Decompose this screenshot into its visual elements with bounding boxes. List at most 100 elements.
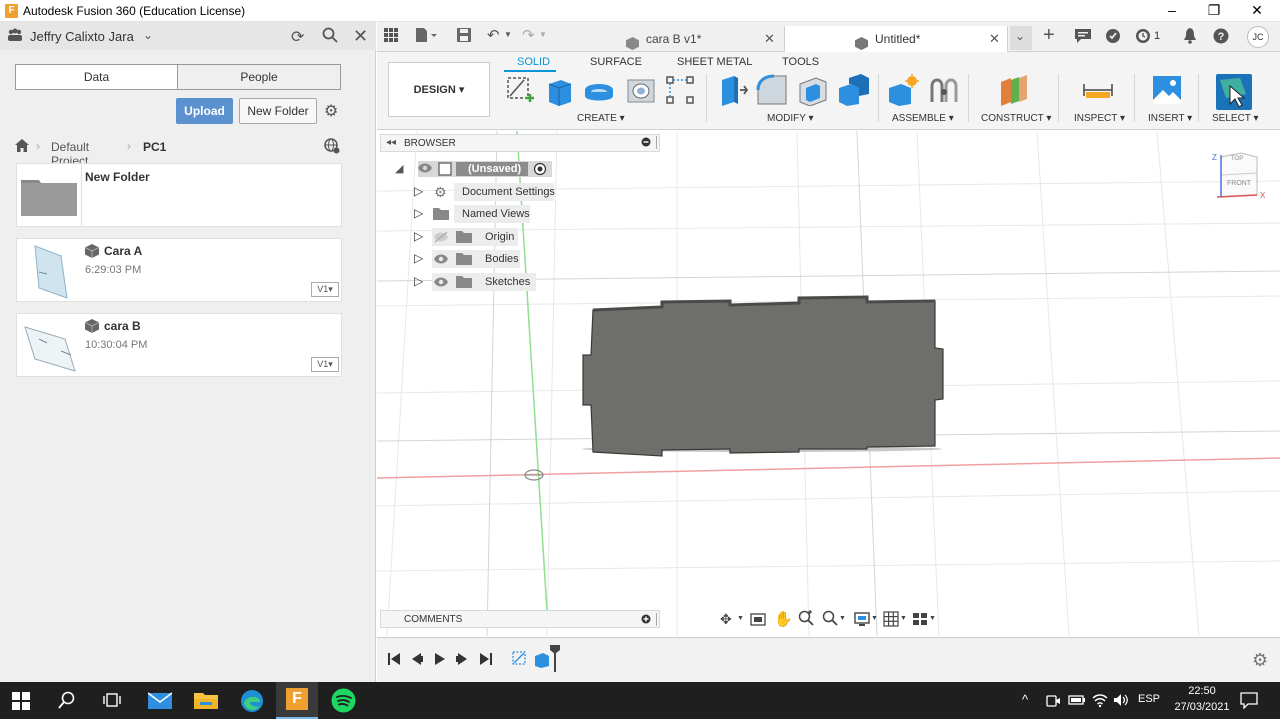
go-to-start-icon[interactable] [387,652,401,669]
select-group-label[interactable]: SELECT ▾ [1212,113,1259,124]
chevron-down-icon[interactable]: ▼ [737,615,744,622]
chevron-down-icon[interactable]: ▼ [929,615,936,622]
new-component-icon[interactable] [887,74,919,106]
visibility-eye-icon[interactable] [434,253,448,268]
chevron-down-icon[interactable]: ▼ [539,30,547,39]
minimize-browser-icon[interactable] [641,137,651,150]
zoom-icon[interactable] [798,610,814,629]
clock-time[interactable]: 22:50 [1182,685,1222,697]
chevron-down-icon[interactable]: ▼ [504,30,512,39]
breadcrumb-folder[interactable]: PC1 [143,140,166,154]
assemble-group-label[interactable]: ASSEMBLE ▾ [892,113,954,124]
maximize-button[interactable]: ❐ [1192,0,1236,22]
list-item[interactable]: Cara A 6:29:03 PM V1▾ [16,238,342,302]
step-forward-icon[interactable] [455,652,469,669]
revolve-icon[interactable] [583,74,615,106]
offset-plane-icon[interactable] [998,74,1030,106]
expand-triangle-icon[interactable]: ▷ [414,184,423,198]
globe-settings-icon[interactable] [324,138,340,158]
timeline-settings-gear-icon[interactable]: ⚙ [1252,650,1268,671]
chevron-down-icon[interactable]: ▼ [839,615,846,622]
redo-icon[interactable]: ↷ [522,26,535,44]
clock-date[interactable]: 27/03/2021 [1170,701,1234,713]
search-icon[interactable] [58,691,76,712]
edge-browser-icon[interactable] [240,689,264,716]
shell-icon[interactable] [796,74,828,107]
show-hidden-icons-icon[interactable]: ^ [1022,692,1028,707]
battery-icon[interactable] [1068,694,1086,709]
tree-node[interactable]: ▷ Named Views [380,205,660,225]
step-back-icon[interactable] [410,652,424,669]
panel-handle[interactable] [656,136,657,149]
extensions-icon[interactable] [1105,28,1121,47]
tree-root[interactable]: ◢ (Unsaved) [380,160,660,180]
tab-overflow-button[interactable]: ⌄ [1010,26,1032,50]
pattern-icon[interactable] [664,74,696,106]
chevron-down-icon[interactable]: ▼ [871,615,878,622]
version-badge[interactable]: V1▾ [311,282,339,297]
notification-center-icon[interactable] [1240,692,1258,712]
wifi-icon[interactable] [1092,692,1108,711]
volume-icon[interactable] [1113,692,1129,711]
orbit-icon[interactable]: ✥ [720,611,732,628]
chevron-down-icon[interactable]: ▼ [900,615,907,622]
insert-group-label[interactable]: INSERT ▾ [1148,113,1192,124]
select-icon[interactable] [1216,74,1252,110]
expand-triangle-icon[interactable]: ▷ [414,274,423,288]
comment-icon[interactable] [1075,29,1091,46]
tab-surface[interactable]: SURFACE [590,56,642,68]
sketch-feature-icon[interactable] [511,650,529,671]
taskbar-fusion-app-active[interactable]: F [276,682,318,719]
tree-node[interactable]: ▷ ⚙ Document Settings [380,183,660,203]
close-tab-icon[interactable]: ✕ [989,26,1000,52]
view-cube[interactable]: TOP FRONT Z X [1212,151,1265,201]
grid-settings-icon[interactable] [883,611,899,630]
help-icon[interactable]: ? [1213,28,1229,47]
press-pull-icon[interactable] [716,74,749,106]
tree-node[interactable]: ▷ Sketches [380,273,660,293]
tree-node[interactable]: ▷ Origin [380,228,660,248]
refresh-icon[interactable]: ⟳ [291,27,304,47]
minimize-button[interactable]: – [1150,0,1194,22]
go-to-end-icon[interactable] [479,652,493,669]
viewports-icon[interactable] [912,611,928,630]
chevron-down-icon[interactable]: ⌄ [143,28,153,42]
comments-panel-header[interactable]: COMMENTS [380,610,660,628]
new-folder-button[interactable]: New Folder [239,98,317,124]
look-at-icon[interactable] [750,611,766,630]
meet-now-icon[interactable] [1045,693,1061,712]
zoom-window-icon[interactable] [822,610,838,629]
upload-button[interactable]: Upload [176,98,233,124]
save-icon[interactable] [457,28,471,45]
measure-icon[interactable] [1082,74,1114,106]
file-menu-icon[interactable] [415,27,437,46]
pan-hand-icon[interactable]: ✋ [774,610,793,628]
version-badge[interactable]: V1▾ [311,357,339,372]
undo-icon[interactable]: ↶ [487,26,500,44]
close-panel-icon[interactable]: ✕ [353,26,368,47]
tab-solid[interactable]: SOLID [517,56,550,68]
windows-start-icon[interactable] [12,692,30,713]
task-view-icon[interactable] [103,691,121,712]
tab-data[interactable]: Data [16,65,178,89]
add-comment-icon[interactable] [641,614,651,627]
browser-panel-header[interactable]: ◂◂ BROWSER [380,134,660,152]
panel-handle[interactable] [656,613,657,626]
file-explorer-icon[interactable] [194,691,218,714]
tab-people[interactable]: People [178,65,340,89]
hole-icon[interactable] [625,74,657,106]
language-indicator[interactable]: ESP [1138,693,1160,705]
tab-sheet-metal[interactable]: SHEET METAL [677,56,752,68]
visibility-eye-icon[interactable] [418,162,432,177]
3d-body[interactable] [582,296,944,457]
design-workspace-dropdown[interactable]: DESIGN ▾ [388,62,490,117]
create-group-label[interactable]: CREATE ▾ [577,113,625,124]
hidden-eye-icon[interactable] [434,231,448,246]
fillet-icon[interactable] [756,74,788,106]
mail-icon[interactable] [147,691,173,714]
timeline-marker-icon[interactable] [549,644,561,675]
expand-triangle-icon[interactable]: ▷ [414,206,423,220]
search-icon[interactable] [322,27,338,48]
tree-node[interactable]: ▷ Bodies [380,250,660,270]
user-name-dropdown[interactable]: Jeffry Calixto Jara [30,29,134,44]
